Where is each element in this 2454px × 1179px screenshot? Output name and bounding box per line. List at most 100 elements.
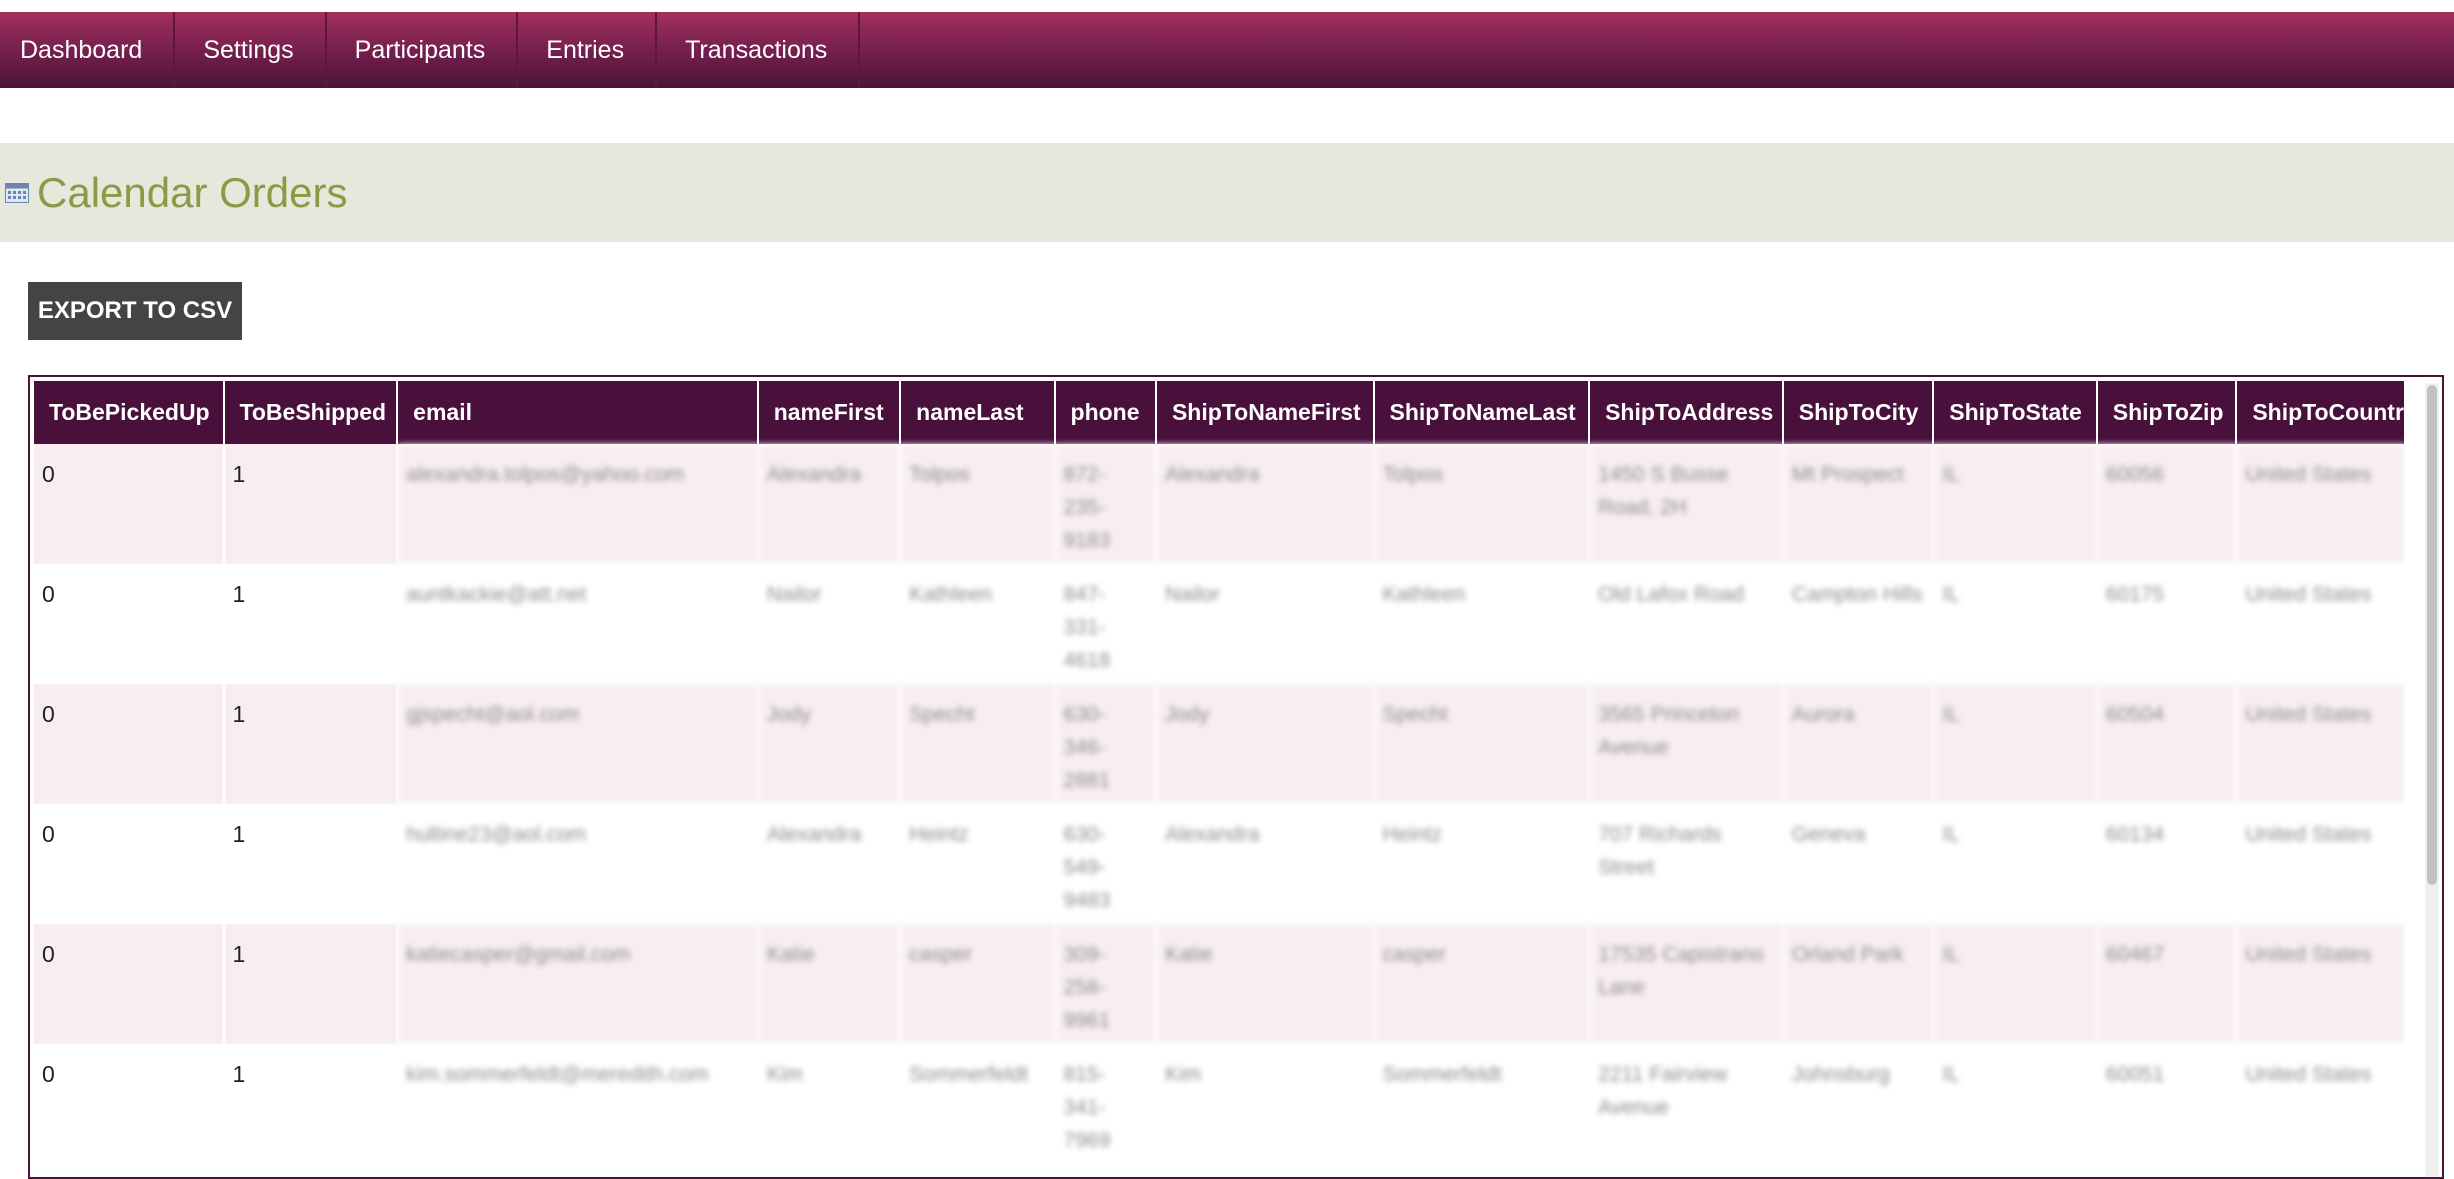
column-header[interactable]: ToBePickedUp: [34, 381, 225, 444]
table-cell: IL: [1934, 804, 2098, 924]
column-header[interactable]: ShipToCity: [1783, 381, 1935, 444]
orders-table-frame: ToBePickedUp ToBeShipped email nameFirst…: [28, 375, 2444, 1179]
page-title: Calendar Orders: [37, 168, 348, 216]
table-cell: Alexandra: [758, 804, 902, 924]
table-cell: 1: [224, 564, 399, 684]
table-cell: IL: [1934, 564, 2098, 684]
orders-table: ToBePickedUp ToBeShipped email nameFirst…: [34, 381, 2406, 1164]
table-cell: 707 Richards Street: [1590, 804, 1784, 924]
column-header[interactable]: ShipToAddress: [1590, 381, 1784, 444]
table-cell: 60051: [2097, 1044, 2238, 1164]
table-cell: alexandra.tolpos@yahoo.com: [398, 444, 759, 564]
nav-participants[interactable]: Participants: [327, 12, 519, 88]
table-cell: Tolpos: [901, 444, 1056, 564]
table-row[interactable]: 0 1 auntkackie@att.net Nailor Kathleen 8…: [34, 564, 2406, 684]
table-cell: kim.sommerfeldt@meredith.com: [398, 1044, 759, 1164]
table-cell: katiecasper@gmail.com: [398, 924, 759, 1044]
column-header[interactable]: ShipToNameLast: [1374, 381, 1591, 444]
column-header[interactable]: phone: [1055, 381, 1157, 444]
table-cell: 60175: [2097, 564, 2238, 684]
table-cell: 17535 Capistrano Lane: [1590, 924, 1784, 1044]
table-cell: 0: [34, 1044, 225, 1164]
table-cell: Nailor: [1156, 564, 1375, 684]
table-cell: Aurora: [1783, 684, 1935, 804]
table-cell: Katie: [758, 924, 902, 1044]
table-cell: Johnsburg: [1783, 1044, 1935, 1164]
table-cell: United States: [2237, 1044, 2406, 1164]
table-cell: casper: [1374, 924, 1591, 1044]
table-cell: Jody: [1156, 684, 1375, 804]
table-cell: Sommerfeldt: [901, 1044, 1056, 1164]
column-header[interactable]: nameFirst: [758, 381, 902, 444]
table-cell: hultine23@aol.com: [398, 804, 759, 924]
table-cell: Sommerfeldt: [1374, 1044, 1591, 1164]
table-cell: Specht: [901, 684, 1056, 804]
table-cell: 60467: [2097, 924, 2238, 1044]
table-cell: 0: [34, 924, 225, 1044]
table-cell: 1450 S Busse Road, 2H: [1590, 444, 1784, 564]
table-cell: Mt Prospect: [1783, 444, 1935, 564]
table-cell: Alexandra: [1156, 804, 1375, 924]
table-row[interactable]: 0 1 kim.sommerfeldt@meredith.com Kim Som…: [34, 1044, 2406, 1164]
table-row[interactable]: 0 1 hultine23@aol.com Alexandra Heintz 6…: [34, 804, 2406, 924]
column-header[interactable]: ShipToCountr: [2237, 381, 2406, 444]
table-cell: 60504: [2097, 684, 2238, 804]
nav-transactions[interactable]: Transactions: [657, 12, 861, 88]
orders-table-viewport[interactable]: ToBePickedUp ToBeShipped email nameFirst…: [34, 381, 2406, 1177]
table-cell: 872-235-9183: [1055, 444, 1157, 564]
column-header[interactable]: ShipToNameFirst: [1156, 381, 1375, 444]
table-cell: Campton Hills: [1783, 564, 1935, 684]
table-cell: 0: [34, 564, 225, 684]
table-cell: auntkackie@att.net: [398, 564, 759, 684]
column-header[interactable]: ToBeShipped: [224, 381, 399, 444]
table-cell: Jody: [758, 684, 902, 804]
table-cell: Kathleen: [1374, 564, 1591, 684]
table-cell: IL: [1934, 684, 2098, 804]
main-navbar: Dashboard Settings Participants Entries …: [0, 12, 2454, 88]
table-cell: 2211 Fairview Avenue: [1590, 1044, 1784, 1164]
table-cell: Kim: [758, 1044, 902, 1164]
table-cell: 1: [224, 444, 399, 564]
table-row[interactable]: 0 1 alexandra.tolpos@yahoo.com Alexandra…: [34, 444, 2406, 564]
table-cell: 630-346-2881: [1055, 684, 1157, 804]
table-cell: 815-341-7969: [1055, 1044, 1157, 1164]
column-header[interactable]: ShipToState: [1934, 381, 2098, 444]
table-cell: Tolpos: [1374, 444, 1591, 564]
column-header[interactable]: ShipToZip: [2097, 381, 2238, 444]
export-csv-button[interactable]: EXPORT TO CSV: [28, 282, 242, 340]
table-cell: 0: [34, 444, 225, 564]
table-cell: Kim: [1156, 1044, 1375, 1164]
table-cell: Alexandra: [1156, 444, 1375, 564]
calendar-icon: [5, 182, 29, 203]
table-cell: 60056: [2097, 444, 2238, 564]
table-header-row: ToBePickedUp ToBeShipped email nameFirst…: [34, 381, 2406, 444]
table-cell: IL: [1934, 924, 2098, 1044]
table-row[interactable]: 0 1 katiecasper@gmail.com Katie casper 3…: [34, 924, 2406, 1044]
table-cell: Nailor: [758, 564, 902, 684]
nav-settings[interactable]: Settings: [175, 12, 327, 88]
table-cell: 847-331-4618: [1055, 564, 1157, 684]
table-cell: 309-258-9961: [1055, 924, 1157, 1044]
table-cell: casper: [901, 924, 1056, 1044]
scrollbar-thumb[interactable]: [2427, 385, 2437, 885]
table-cell: Heintz: [1374, 804, 1591, 924]
table-cell: Kathleen: [901, 564, 1056, 684]
table-cell: United States: [2237, 564, 2406, 684]
table-row[interactable]: 0 1 gjspecht@aol.com Jody Specht 630-346…: [34, 684, 2406, 804]
table-cell: 0: [34, 684, 225, 804]
table-cell: 1: [224, 1044, 399, 1164]
nav-dashboard[interactable]: Dashboard: [0, 12, 176, 88]
table-cell: 0: [34, 804, 225, 924]
table-cell: 630-549-9483: [1055, 804, 1157, 924]
table-cell: Orland Park: [1783, 924, 1935, 1044]
table-cell: United States: [2237, 804, 2406, 924]
column-header[interactable]: email: [398, 381, 759, 444]
table-scrollbar[interactable]: [2425, 383, 2439, 1177]
column-header[interactable]: nameLast: [901, 381, 1056, 444]
table-cell: Specht: [1374, 684, 1591, 804]
table-cell: Geneva: [1783, 804, 1935, 924]
nav-entries[interactable]: Entries: [518, 12, 658, 88]
table-cell: 1: [224, 684, 399, 804]
table-cell: 60134: [2097, 804, 2238, 924]
table-cell: Old Lafox Road: [1590, 564, 1784, 684]
